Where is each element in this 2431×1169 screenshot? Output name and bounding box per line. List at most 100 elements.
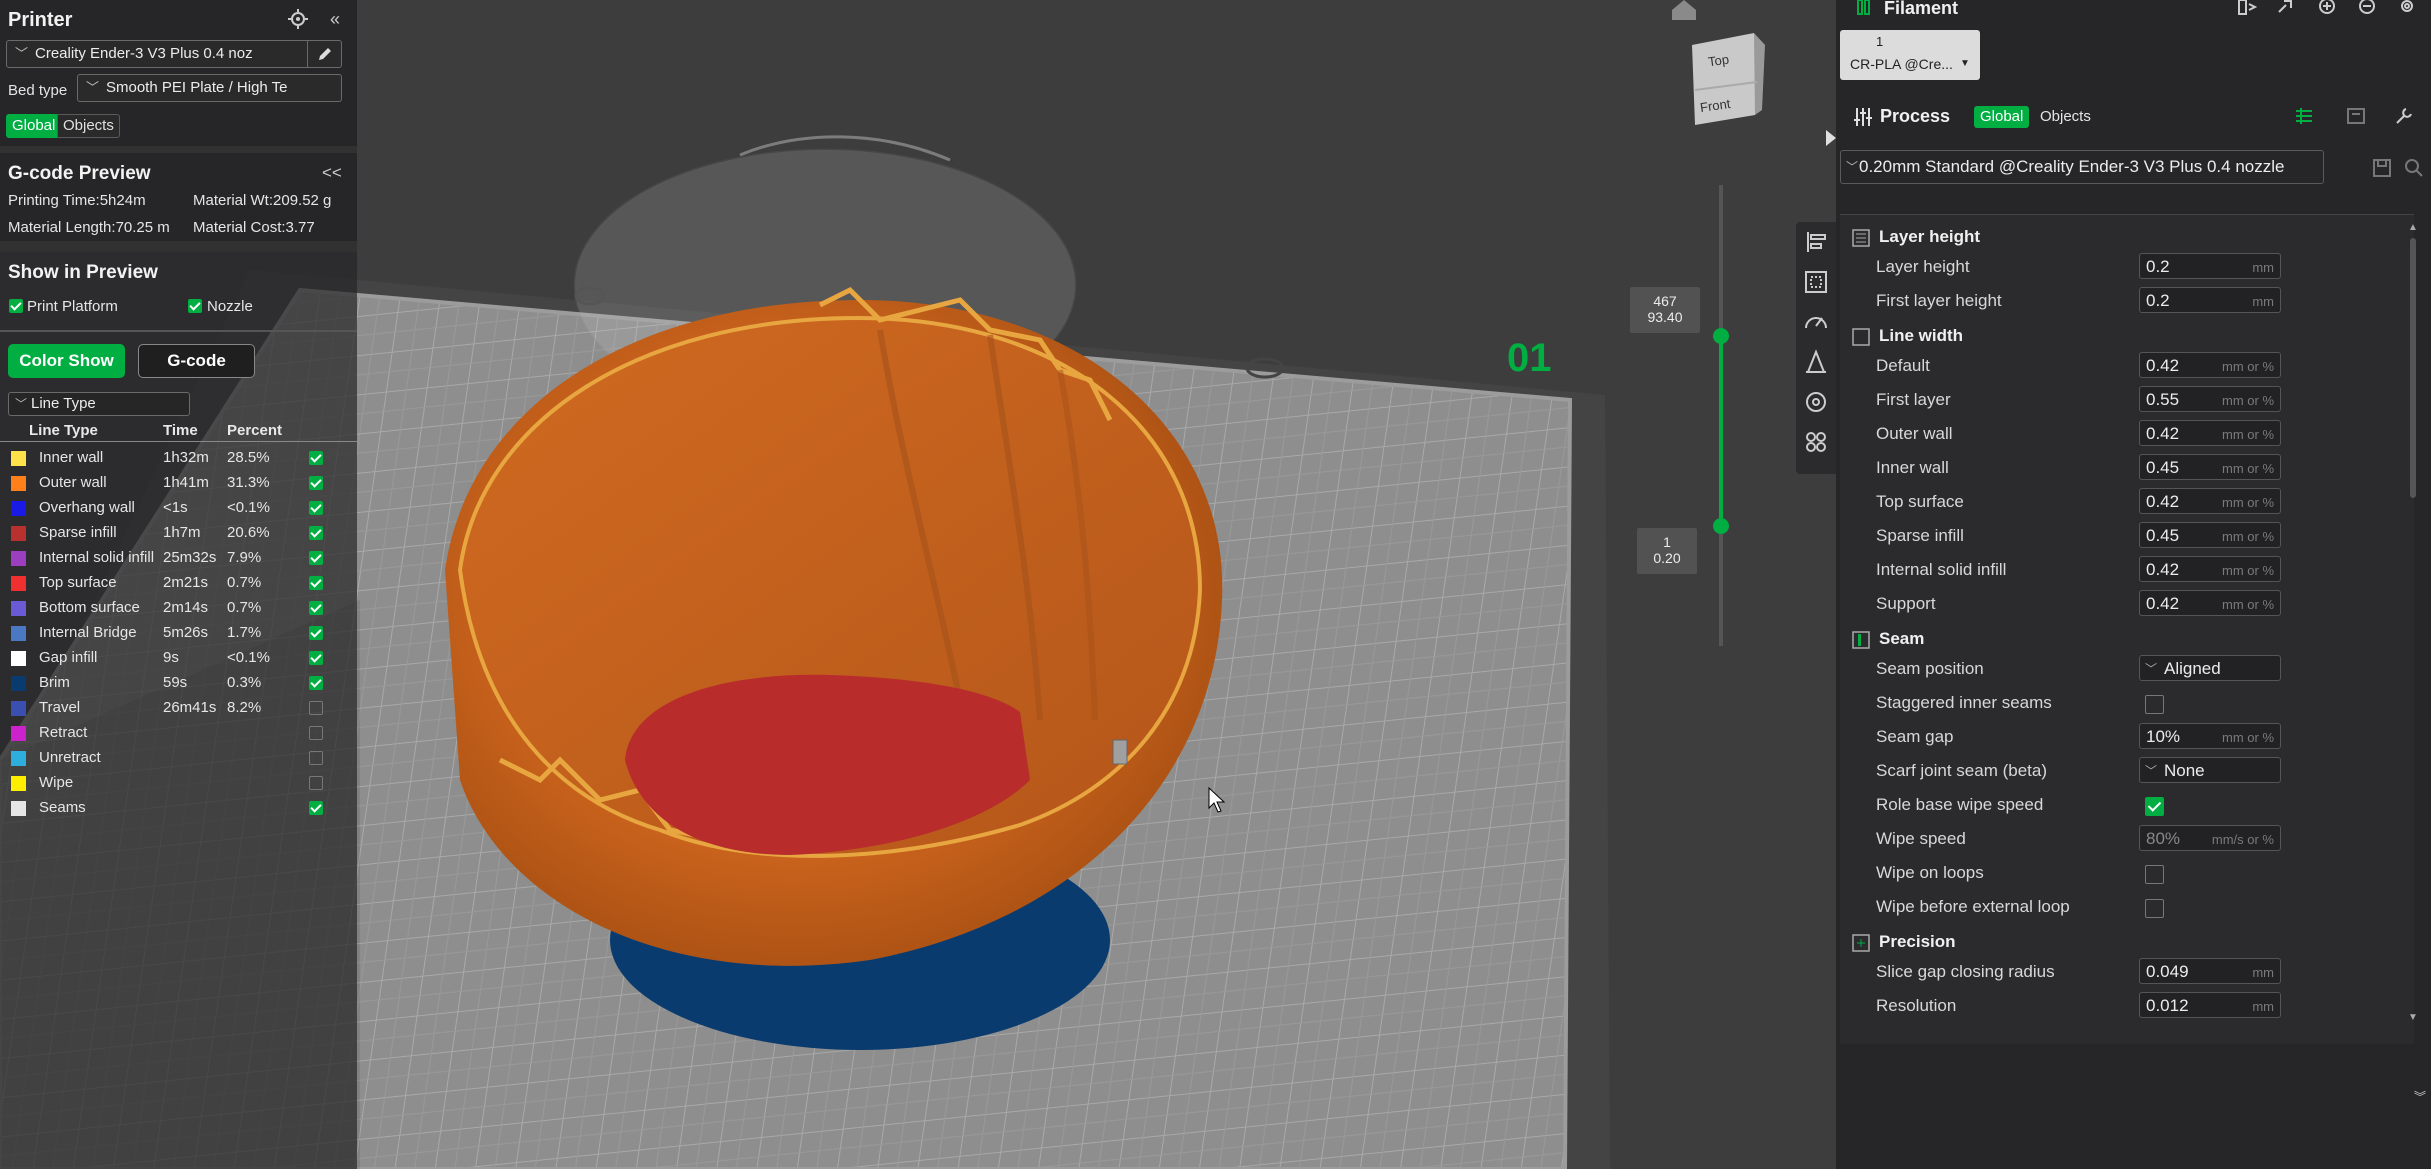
line-type-visibility-checkbox[interactable]: [309, 576, 323, 590]
expand-icon[interactable]: ︾: [2414, 1088, 2426, 1105]
line-type-visibility-checkbox[interactable]: [309, 451, 323, 465]
line-type-row[interactable]: Travel 26m41s 8.2%: [0, 695, 357, 720]
view-cube-front-label: Front: [1699, 95, 1732, 116]
line-type-row[interactable]: Inner wall 1h32m 28.5%: [0, 445, 357, 470]
scroll-down-arrow[interactable]: ▼: [2408, 1012, 2418, 1023]
scrollbar-thumb[interactable]: [2410, 238, 2416, 498]
layer-top-handle[interactable]: [1711, 326, 1731, 346]
nozzle-checkbox[interactable]: [188, 299, 202, 313]
line-type-row[interactable]: Unretract: [0, 745, 357, 770]
line-type-visibility-checkbox[interactable]: [309, 551, 323, 565]
line-type-row[interactable]: Gap infill 9s <0.1%: [0, 645, 357, 670]
line-type-visibility-checkbox[interactable]: [309, 601, 323, 615]
line-type-row[interactable]: Outer wall 1h41m 31.3%: [0, 470, 357, 495]
process-tab-objects[interactable]: Objects: [2040, 106, 2091, 128]
left-sidebar: Printer « ﹀ Creality Ender-3 V3 Plus 0.4…: [0, 0, 357, 1169]
setting-input[interactable]: 0.42 mm or %: [2139, 556, 2281, 582]
process-wrench-icon[interactable]: [2392, 104, 2416, 128]
setting-input[interactable]: 0.45 mm or %: [2139, 522, 2281, 548]
line-type-visibility-checkbox[interactable]: [309, 626, 323, 640]
printer-section: Printer « ﹀ Creality Ender-3 V3 Plus 0.4…: [0, 0, 357, 146]
support-icon[interactable]: [1796, 342, 1836, 382]
line-type-visibility-checkbox[interactable]: [309, 751, 323, 765]
setting-checkbox[interactable]: [2145, 899, 2164, 918]
setting-value: 0.2: [2146, 291, 2170, 310]
setting-input[interactable]: 0.55 mm or %: [2139, 386, 2281, 412]
search-icon[interactable]: [2403, 157, 2425, 179]
home-icon[interactable]: [1670, 0, 1698, 22]
paint-icon[interactable]: [1796, 422, 1836, 462]
line-type-visibility-checkbox[interactable]: [309, 701, 323, 715]
setting-checkbox[interactable]: [2145, 797, 2164, 816]
save-preset-icon[interactable]: [2371, 157, 2393, 179]
gcode-preview-collapse-button[interactable]: <<: [322, 163, 342, 183]
line-type-row[interactable]: Bottom surface 2m14s 0.7%: [0, 595, 357, 620]
compare-icon[interactable]: [2344, 104, 2368, 128]
line-type-visibility-checkbox[interactable]: [309, 501, 323, 515]
arrange-icon[interactable]: [1796, 222, 1836, 262]
process-tab-global[interactable]: Global: [1974, 106, 2030, 128]
target-icon[interactable]: [1796, 382, 1836, 422]
collapse-sidebar-icon[interactable]: «: [324, 8, 346, 30]
setting-input[interactable]: 0.42 mm or %: [2139, 420, 2281, 446]
setting-input[interactable]: 80% mm/s or %: [2139, 825, 2281, 851]
line-type-row[interactable]: Internal Bridge 5m26s 1.7%: [0, 620, 357, 645]
speed-icon[interactable]: [1796, 302, 1836, 342]
line-type-visibility-checkbox[interactable]: [309, 726, 323, 740]
layout-icon[interactable]: [1796, 262, 1836, 302]
setting-checkbox[interactable]: [2145, 865, 2164, 884]
line-type-visibility-checkbox[interactable]: [309, 676, 323, 690]
setting-select[interactable]: ﹀ None: [2139, 757, 2281, 783]
line-type-visibility-checkbox[interactable]: [309, 476, 323, 490]
scroll-up-arrow[interactable]: ▲: [2408, 222, 2418, 233]
setting-select[interactable]: ﹀ Aligned: [2139, 655, 2281, 681]
section-title: Precision: [1879, 932, 1956, 951]
line-type-row[interactable]: Overhang wall <1s <0.1%: [0, 495, 357, 520]
line-type-visibility-checkbox[interactable]: [309, 526, 323, 540]
gcode-button[interactable]: G-code: [138, 344, 255, 378]
line-color-swatch: [11, 551, 26, 566]
line-type-row[interactable]: Seams: [0, 795, 357, 820]
setting-input[interactable]: 10% mm or %: [2139, 723, 2281, 749]
line-type-row[interactable]: Top surface 2m21s 0.7%: [0, 570, 357, 595]
sync-filament-icon[interactable]: [2236, 0, 2258, 18]
line-type-row[interactable]: Sparse infill 1h7m 20.6%: [0, 520, 357, 545]
process-settings-list[interactable]: Layer height Layer height 0.2 mm First layer…: [1840, 214, 2414, 1044]
line-type-visibility-checkbox[interactable]: [309, 801, 323, 815]
printer-tab-objects[interactable]: Objects: [57, 114, 120, 138]
printer-tab-global[interactable]: Global: [6, 114, 62, 138]
view-type-select[interactable]: ﹀ Line Type: [8, 392, 190, 416]
color-show-button[interactable]: Color Show: [8, 344, 125, 378]
process-preset-select[interactable]: ﹀ 0.20mm Standard @Creality Ender-3 V3 P…: [1840, 150, 2324, 184]
setting-input[interactable]: 0.42 mm or %: [2139, 488, 2281, 514]
view-cube[interactable]: Top Front: [1692, 33, 1764, 125]
setting-checkbox[interactable]: [2145, 695, 2164, 714]
filament-slot-1[interactable]: 1 CR-PLA @Cre... ▼: [1840, 30, 1980, 80]
setting-input[interactable]: 0.049 mm: [2139, 958, 2281, 984]
chevron-down-icon[interactable]: ▼: [1960, 58, 1970, 69]
line-type-visibility-checkbox[interactable]: [309, 651, 323, 665]
line-type-row[interactable]: Internal solid infill 25m32s 7.9%: [0, 545, 357, 570]
layer-bottom-handle[interactable]: [1711, 516, 1731, 536]
setting-input[interactable]: 0.012 mm: [2139, 992, 2281, 1018]
line-color-swatch: [11, 601, 26, 616]
advanced-toggle-icon[interactable]: [2292, 104, 2316, 128]
setting-input[interactable]: 0.2 mm: [2139, 287, 2281, 313]
setting-input[interactable]: 0.2 mm: [2139, 253, 2281, 279]
add-filament-icon[interactable]: [2316, 0, 2338, 18]
setting-input[interactable]: 0.45 mm or %: [2139, 454, 2281, 480]
line-type-row[interactable]: Brim 59s 0.3%: [0, 670, 357, 695]
filament-settings-icon[interactable]: [2276, 0, 2298, 18]
printer-settings-gear-icon[interactable]: [287, 8, 309, 30]
printer-preset-select[interactable]: ﹀ Creality Ender-3 V3 Plus 0.4 noz: [6, 40, 342, 68]
filament-gear-icon[interactable]: [2396, 0, 2418, 18]
edit-printer-pencil-icon[interactable]: [307, 41, 341, 67]
bed-type-select[interactable]: ﹀ Smooth PEI Plate / High Te: [77, 74, 342, 102]
line-type-row[interactable]: Retract: [0, 720, 357, 745]
print-platform-checkbox[interactable]: [9, 299, 23, 313]
setting-input[interactable]: 0.42 mm or %: [2139, 352, 2281, 378]
line-type-visibility-checkbox[interactable]: [309, 776, 323, 790]
line-type-row[interactable]: Wipe: [0, 770, 357, 795]
remove-filament-icon[interactable]: [2356, 0, 2378, 18]
setting-input[interactable]: 0.42 mm or %: [2139, 590, 2281, 616]
